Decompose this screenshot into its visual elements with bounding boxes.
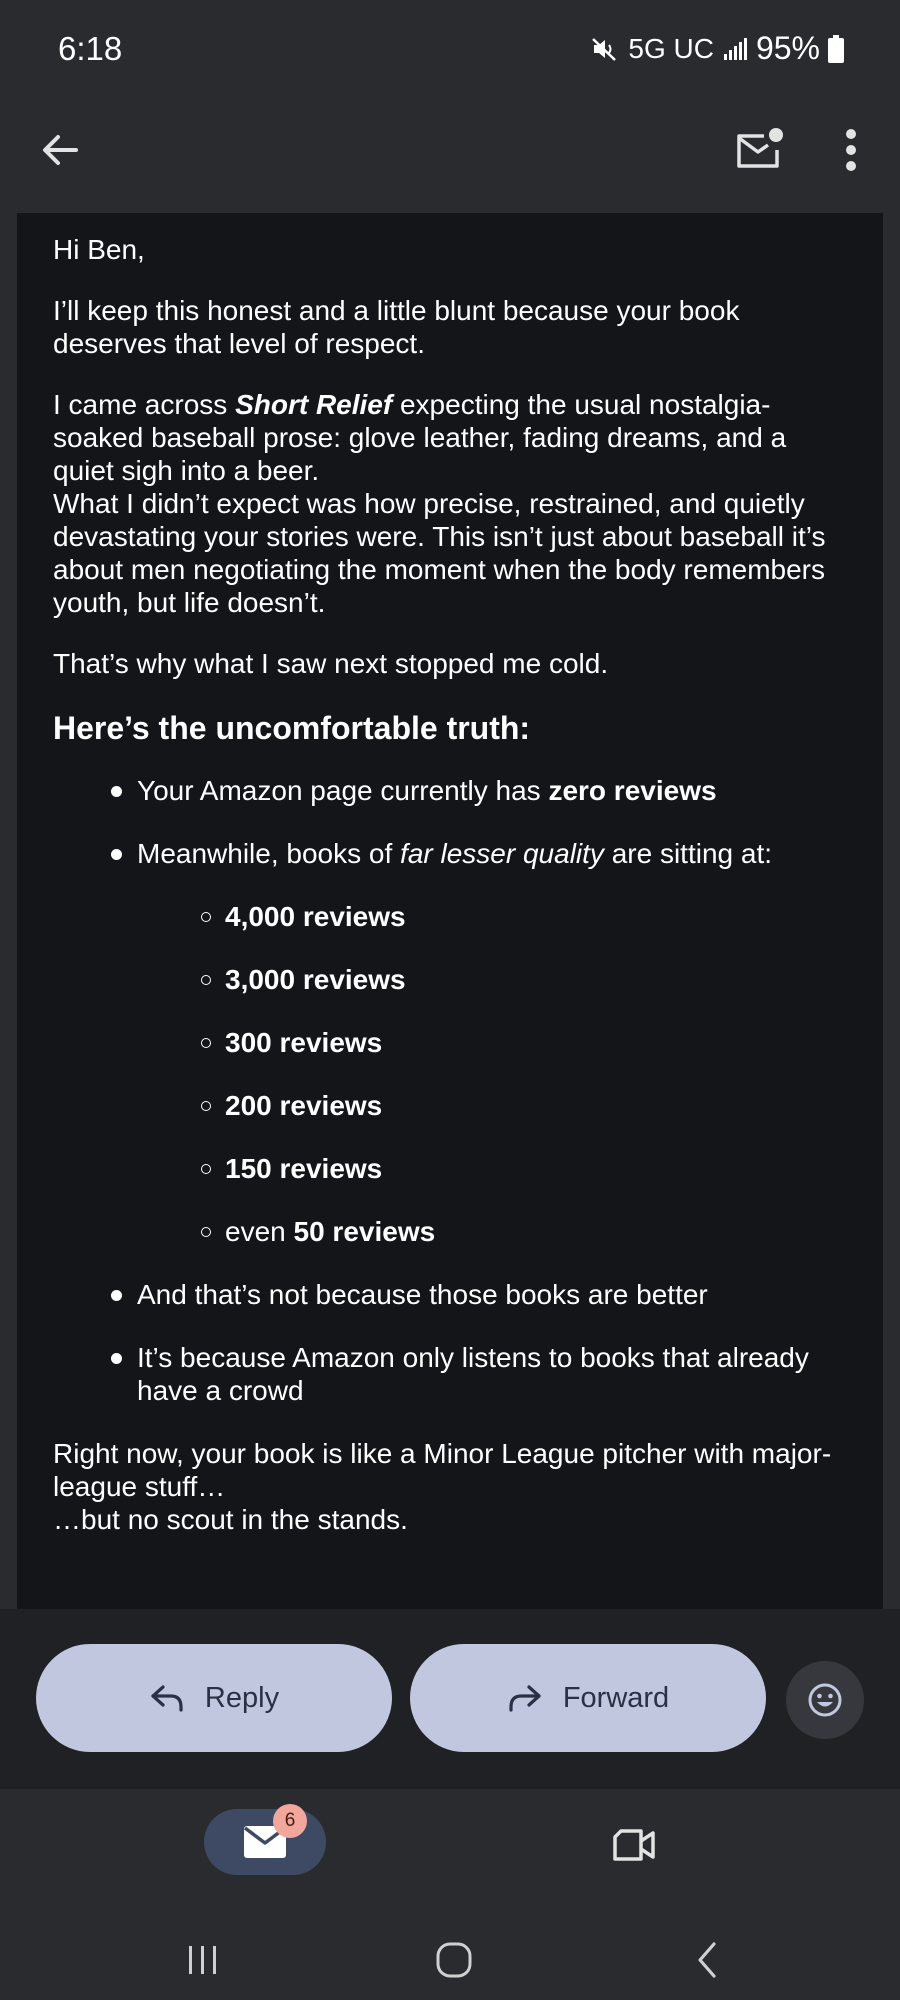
forward-button[interactable]: Forward	[410, 1644, 766, 1752]
signal-icon	[722, 36, 748, 62]
reply-button[interactable]: Reply	[36, 1644, 392, 1752]
sub-list-item: 3,000 reviews	[201, 963, 847, 996]
list-item: Your Amazon page currently has zero revi…	[111, 774, 847, 807]
sub-item-text: 150 reviews	[225, 1153, 383, 1184]
network-label: 5G UC	[628, 32, 714, 64]
app-bar	[0, 100, 900, 212]
p2-before: I came across	[53, 389, 236, 420]
paragraph-2: I came across Short Relief expecting the…	[53, 388, 847, 619]
reply-label: Reply	[204, 1681, 280, 1714]
arrow-left-icon	[43, 135, 78, 165]
battery-icon	[828, 34, 844, 63]
sub-item-text: 50 reviews	[293, 1216, 436, 1247]
action-row: Reply Forward	[0, 1609, 900, 1789]
status-bar: 6:18 5G UC 95%	[0, 0, 900, 100]
bullet1-text: Your Amazon page currently has	[137, 775, 549, 806]
sub-list-item: 300 reviews	[201, 1026, 847, 1059]
email-content: Hi Ben, I’ll keep this honest and a litt…	[17, 213, 883, 1609]
status-icons: 5G UC 95%	[590, 30, 844, 67]
sub-list-item: 200 reviews	[201, 1089, 847, 1122]
bullet2-before: Meanwhile, books of	[137, 838, 401, 869]
system-back-button[interactable]	[677, 1935, 737, 1985]
sub-item-text: 200 reviews	[225, 1090, 383, 1121]
reply-icon	[151, 1685, 183, 1712]
status-time: 6:18	[58, 30, 123, 67]
bullet2-after: are sitting at:	[603, 838, 773, 869]
bullet1-bold: zero reviews	[548, 775, 717, 806]
sub-list-item: even 50 reviews	[201, 1215, 847, 1248]
section-heading: Here’s the uncomfortable truth:	[53, 710, 531, 746]
closing-paragraph: Right now, your book is like a Minor Lea…	[53, 1437, 847, 1536]
list-item: It’s because Amazon only listens to book…	[111, 1341, 847, 1407]
greeting: Hi Ben,	[53, 234, 145, 265]
sub-item-text: 3,000 reviews	[225, 964, 406, 995]
closing-line-2: …but no scout in the stands.	[53, 1504, 408, 1535]
emoji-icon	[808, 1683, 842, 1717]
p2-line2: What I didn’t expect was how precise, re…	[53, 488, 826, 618]
sub-list: 4,000 reviews 3,000 reviews 300 reviews …	[137, 900, 847, 1248]
bullet2-italic: far lesser quality	[400, 838, 604, 869]
recent-apps-button[interactable]	[173, 1935, 233, 1985]
bottom-navigation: 6	[0, 1789, 900, 2000]
bullet-list: Your Amazon page currently has zero revi…	[53, 774, 847, 1407]
mark-unread-button[interactable]	[728, 118, 790, 180]
list-item: Meanwhile, books of far lesser quality a…	[111, 837, 847, 1248]
home-icon	[436, 1942, 472, 1978]
list-item: And that’s not because those books are b…	[111, 1278, 847, 1311]
more-vert-icon	[846, 129, 856, 171]
video-camera-icon	[613, 1829, 655, 1861]
more-options-button[interactable]	[826, 118, 876, 182]
tab-meet[interactable]	[608, 1819, 660, 1871]
unread-count-badge: 6	[273, 1804, 307, 1838]
sub-item-prefix: even	[225, 1216, 294, 1247]
paragraph-3: That’s why what I saw next stopped me co…	[53, 648, 609, 679]
book-title: Short Relief	[235, 389, 393, 420]
emoji-reaction-button[interactable]	[786, 1661, 864, 1739]
forward-icon	[509, 1685, 541, 1712]
sub-item-text: 4,000 reviews	[225, 901, 406, 932]
chevron-left-icon	[698, 1942, 716, 1978]
tab-mail[interactable]	[204, 1809, 326, 1875]
sub-list-item: 150 reviews	[201, 1152, 847, 1185]
email-body: Hi Ben, I’ll keep this honest and a litt…	[17, 213, 883, 1536]
paragraph-1: I’ll keep this honest and a little blunt…	[53, 295, 740, 359]
sub-list-item: 4,000 reviews	[201, 900, 847, 933]
back-button[interactable]	[30, 120, 90, 180]
mute-icon	[590, 34, 620, 64]
closing-line-1: Right now, your book is like a Minor Lea…	[53, 1438, 832, 1502]
forward-label: Forward	[562, 1681, 670, 1714]
mail-unread-icon	[737, 128, 783, 168]
recent-apps-icon	[189, 1946, 216, 1974]
battery-percent: 95%	[755, 30, 820, 66]
sub-item-text: 300 reviews	[225, 1027, 383, 1058]
home-button[interactable]	[424, 1935, 484, 1985]
